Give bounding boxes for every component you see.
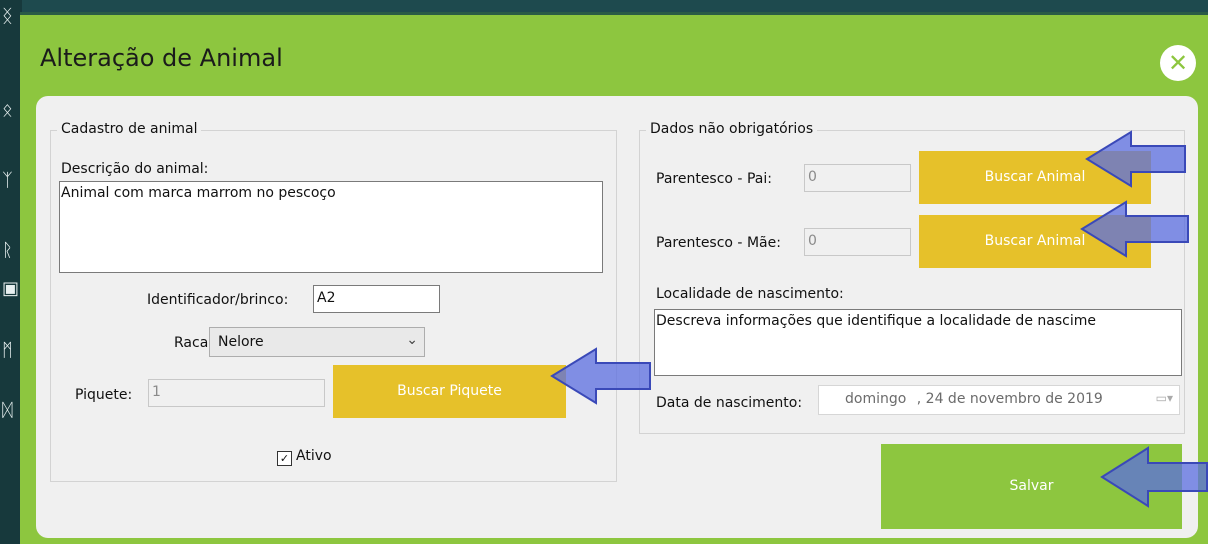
birthplace-field[interactable]: Descreva informações que identifique a l… <box>654 309 1182 376</box>
background-glyph: ▣ <box>2 278 20 299</box>
group-legend: Dados não obrigatórios <box>646 121 818 137</box>
birthplace-label: Localidade de nascimento: <box>656 286 844 302</box>
birthdate-label: Data de nascimento: <box>656 395 803 411</box>
background-glyph: ᛉ <box>2 170 13 191</box>
active-label: Ativo <box>296 448 332 464</box>
background-app-decoration: ᛝ ᛟ ᛉ ᚱ ▣ ᛗ ᛞ <box>0 0 22 544</box>
identifier-field[interactable]: A2 <box>313 285 440 313</box>
father-label: Parentesco - Pai: <box>656 171 772 187</box>
animal-registration-group: Cadastro de animal Descrição do animal: … <box>50 121 617 482</box>
birthdate-weekday: domingo <box>845 391 907 407</box>
search-paddock-button[interactable]: Buscar Piquete <box>333 365 566 418</box>
mother-field[interactable]: 0 <box>804 228 911 256</box>
mother-label: Parentesco - Mãe: <box>656 235 781 251</box>
close-icon[interactable]: ✕ <box>1160 45 1196 81</box>
dialog-top-border <box>20 12 1208 15</box>
dialog-title: Alteração de Animal <box>40 44 283 72</box>
annotation-arrow-icon <box>1085 130 1186 188</box>
breed-label: Raca: <box>174 335 213 351</box>
background-glyph: ᚱ <box>2 240 13 261</box>
father-field[interactable]: 0 <box>804 164 911 192</box>
paddock-label: Piquete: <box>75 387 133 403</box>
paddock-field[interactable]: 1 <box>148 379 325 407</box>
annotation-arrow-icon <box>550 347 651 405</box>
breed-select[interactable]: Nelore ⌄ <box>209 327 425 357</box>
active-checkbox[interactable]: ✓ <box>277 451 292 466</box>
breed-select-value: Nelore <box>218 334 264 350</box>
description-label: Descrição do animal: <box>61 161 209 177</box>
identifier-label: Identificador/brinco: <box>147 292 289 308</box>
background-glyph: ᛞ <box>2 400 13 421</box>
birthdate-picker[interactable]: domingo , 24 de novembro de 2019 ▭▾ <box>818 385 1180 415</box>
chevron-down-icon: ⌄ <box>406 332 418 348</box>
background-glyph: ᛟ <box>2 100 13 121</box>
annotation-arrow-icon <box>1080 200 1189 258</box>
background-glyph: ᛗ <box>2 340 13 361</box>
group-legend: Cadastro de animal <box>57 121 202 137</box>
dialog-content: Cadastro de animal Descrição do animal: … <box>36 96 1198 538</box>
background-glyph: ᛝ <box>2 6 13 27</box>
annotation-arrow-icon <box>1100 446 1208 508</box>
description-field[interactable]: Animal com marca marrom no pescoço <box>59 181 603 273</box>
edit-animal-dialog: Alteração de Animal ✕ Cadastro de animal… <box>20 12 1208 544</box>
calendar-dropdown-icon[interactable]: ▭▾ <box>1156 391 1173 405</box>
birthdate-date: , 24 de novembro de 2019 <box>916 391 1103 407</box>
